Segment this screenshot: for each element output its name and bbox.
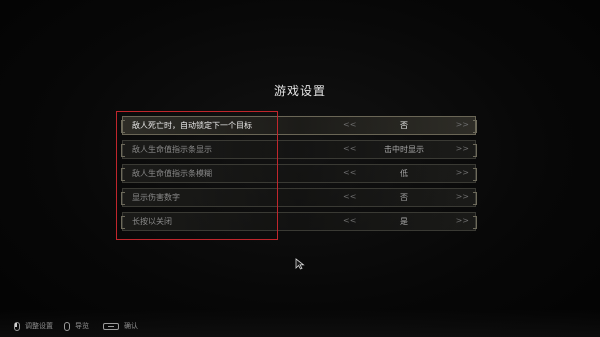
spacebar-icon [103, 322, 119, 330]
settings-list: 敌人死亡时，自动锁定下一个目标 << 否 >> 敌人生命值指示条显示 << 击中… [121, 116, 477, 236]
arrow-left-icon[interactable]: << [343, 168, 356, 177]
setting-label: 敌人生命值指示条模糊 [132, 169, 212, 178]
hint-confirm[interactable]: 确认 [103, 321, 138, 331]
hint-navigate[interactable]: 导览 [64, 321, 89, 331]
arrow-right-icon[interactable]: >> [456, 216, 469, 225]
hint-label: 调整设置 [25, 322, 53, 330]
setting-row-hold-to-close[interactable]: 长按以关闭 << 是 >> [121, 212, 477, 231]
mouse-cursor-icon [295, 258, 305, 270]
setting-row-health-bar-blur[interactable]: 敌人生命值指示条模糊 << 低 >> [121, 164, 477, 183]
setting-value: 否 [400, 121, 408, 130]
setting-label: 显示伤害数字 [132, 193, 180, 202]
setting-value: 低 [400, 169, 408, 178]
setting-row-damage-numbers[interactable]: 显示伤害数字 << 否 >> [121, 188, 477, 207]
game-settings-screen: 游戏设置 敌人死亡时，自动锁定下一个目标 << 否 >> 敌人生命值指示条显示 … [0, 0, 600, 337]
arrow-right-icon[interactable]: >> [456, 168, 469, 177]
setting-row-health-bar-display[interactable]: 敌人生命值指示条显示 << 击中时显示 >> [121, 140, 477, 159]
mouse-left-icon [14, 321, 20, 331]
setting-label: 长按以关闭 [132, 217, 172, 226]
hint-adjust-settings[interactable]: 调整设置 [14, 321, 53, 331]
hint-label: 确认 [124, 322, 138, 330]
arrow-right-icon[interactable]: >> [456, 120, 469, 129]
mouse-icon [64, 321, 70, 331]
arrow-right-icon[interactable]: >> [456, 144, 469, 153]
page-title: 游戏设置 [273, 84, 326, 98]
setting-value: 否 [400, 193, 408, 202]
setting-value: 是 [400, 217, 408, 226]
footer-bar [0, 309, 600, 337]
arrow-left-icon[interactable]: << [343, 144, 356, 153]
arrow-right-icon[interactable]: >> [456, 192, 469, 201]
setting-label: 敌人死亡时，自动锁定下一个目标 [132, 121, 252, 130]
arrow-left-icon[interactable]: << [343, 120, 356, 129]
setting-row-auto-lock-target[interactable]: 敌人死亡时，自动锁定下一个目标 << 否 >> [121, 116, 477, 135]
arrow-left-icon[interactable]: << [343, 216, 356, 225]
setting-label: 敌人生命值指示条显示 [132, 145, 212, 154]
arrow-left-icon[interactable]: << [343, 192, 356, 201]
setting-value: 击中时显示 [384, 145, 424, 154]
hint-label: 导览 [75, 322, 89, 330]
